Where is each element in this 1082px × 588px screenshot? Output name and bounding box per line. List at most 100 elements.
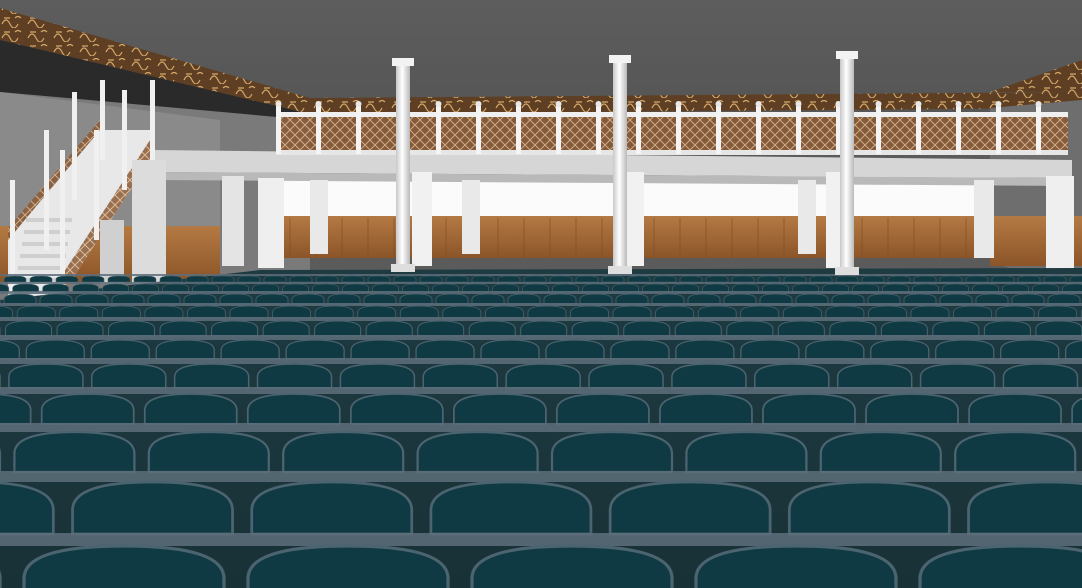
- prayer-arch: [349, 393, 444, 425]
- prayer-arch: [155, 339, 215, 360]
- prayer-arch: [942, 283, 969, 293]
- prayer-arch: [471, 275, 495, 283]
- prayer-arch: [601, 275, 625, 283]
- prayer-arch: [1017, 275, 1041, 283]
- prayer-arch: [615, 293, 649, 305]
- prayer-arch: [416, 430, 539, 474]
- prayer-arch: [523, 275, 547, 283]
- prayer-arch: [972, 283, 999, 293]
- stair-post: [72, 92, 77, 200]
- prayer-arch: [795, 293, 829, 305]
- prayer-arch: [429, 480, 593, 536]
- prayer-arch: [445, 275, 469, 283]
- prayer-arch: [819, 430, 942, 474]
- prayer-arch: [471, 293, 505, 305]
- railing-post: [316, 106, 321, 154]
- prayer-arch: [642, 283, 669, 293]
- prayer-arch: [685, 430, 808, 474]
- mosque-interior-render: [0, 0, 1082, 588]
- prayer-arch: [101, 305, 141, 319]
- prayer-arch: [702, 283, 729, 293]
- prayer-arch: [740, 305, 780, 319]
- prayer-arch: [659, 393, 753, 425]
- prayer-arch: [825, 305, 865, 319]
- prayer-arch: [272, 305, 311, 319]
- prayer-arch: [740, 339, 800, 360]
- railing-finial: [515, 101, 522, 107]
- prayer-arch: [229, 305, 269, 319]
- prayer-arch: [939, 293, 973, 305]
- prayer-arch: [419, 275, 443, 283]
- railing-finial: [1035, 101, 1042, 107]
- stair-post: [150, 80, 155, 160]
- stair-step: [18, 266, 64, 270]
- prayer-arch: [882, 283, 909, 293]
- prayer-arch: [75, 293, 109, 305]
- railing-post: [636, 106, 641, 154]
- prayer-arch: [144, 305, 184, 319]
- railing-post: [796, 106, 801, 154]
- prayer-arch: [1047, 293, 1081, 305]
- prayer-arch: [442, 305, 482, 319]
- railing-finial: [955, 101, 962, 107]
- prayer-arch: [913, 275, 937, 283]
- railing-post: [556, 106, 561, 154]
- railing-post: [436, 106, 441, 154]
- railing-post: [676, 106, 681, 154]
- prayer-arch: [1043, 275, 1067, 283]
- stair-post: [94, 130, 99, 240]
- prayer-arch: [954, 430, 1077, 474]
- prayer-arch: [754, 363, 830, 389]
- prayer-arch: [867, 293, 901, 305]
- prayer-arch: [731, 275, 755, 283]
- prayer-arch: [868, 305, 907, 319]
- prayer-arch: [291, 293, 325, 305]
- railing-post: [876, 106, 881, 154]
- prayer-arch: [399, 293, 433, 305]
- prayer-arch: [91, 363, 167, 389]
- prayer-arch: [608, 480, 772, 536]
- prayer-arch: [255, 293, 289, 305]
- prayer-arch: [147, 430, 270, 474]
- prayer-arch: [612, 305, 652, 319]
- prayer-arch: [187, 305, 226, 319]
- prayer-arch: [836, 363, 913, 389]
- railing-finial: [715, 101, 722, 107]
- prayer-arch: [582, 283, 609, 293]
- prayer-arch: [991, 275, 1015, 283]
- prayer-arch: [252, 283, 279, 293]
- prayer-arch: [285, 339, 345, 360]
- prayer-arch: [527, 305, 567, 319]
- railing-post: [596, 106, 601, 154]
- prayer-arch: [159, 275, 183, 283]
- railing-post: [1036, 106, 1041, 154]
- prayer-arch: [571, 320, 619, 337]
- prayer-arch: [5, 320, 53, 337]
- carpet-band: [0, 335, 1082, 340]
- railing-finial: [435, 101, 442, 107]
- prayer-arch: [132, 283, 159, 293]
- railing-finial: [875, 101, 882, 107]
- prayer-arch: [1035, 320, 1082, 337]
- prayer-arch: [492, 283, 519, 293]
- prayer-arch: [679, 275, 703, 283]
- prayer-arch: [723, 293, 757, 305]
- balcony: [150, 150, 1072, 186]
- prayer-arch: [12, 283, 39, 293]
- prayer-arch: [787, 480, 951, 536]
- prayer-arch: [40, 393, 135, 425]
- railing-post: [996, 106, 1001, 154]
- prayer-arch: [653, 275, 677, 283]
- prayer-arch: [435, 293, 469, 305]
- prayer-arch: [16, 305, 56, 319]
- prayer-arch: [262, 320, 310, 337]
- prayer-arch: [462, 283, 489, 293]
- carpet-band: [0, 423, 1082, 432]
- prayer-arch: [552, 283, 579, 293]
- prayer-arch: [250, 480, 414, 536]
- prayer-arch: [935, 339, 995, 360]
- prayer-arch: [939, 275, 963, 283]
- prayer-arch: [72, 283, 99, 293]
- prayer-arch: [757, 275, 781, 283]
- prayer-arch: [219, 293, 253, 305]
